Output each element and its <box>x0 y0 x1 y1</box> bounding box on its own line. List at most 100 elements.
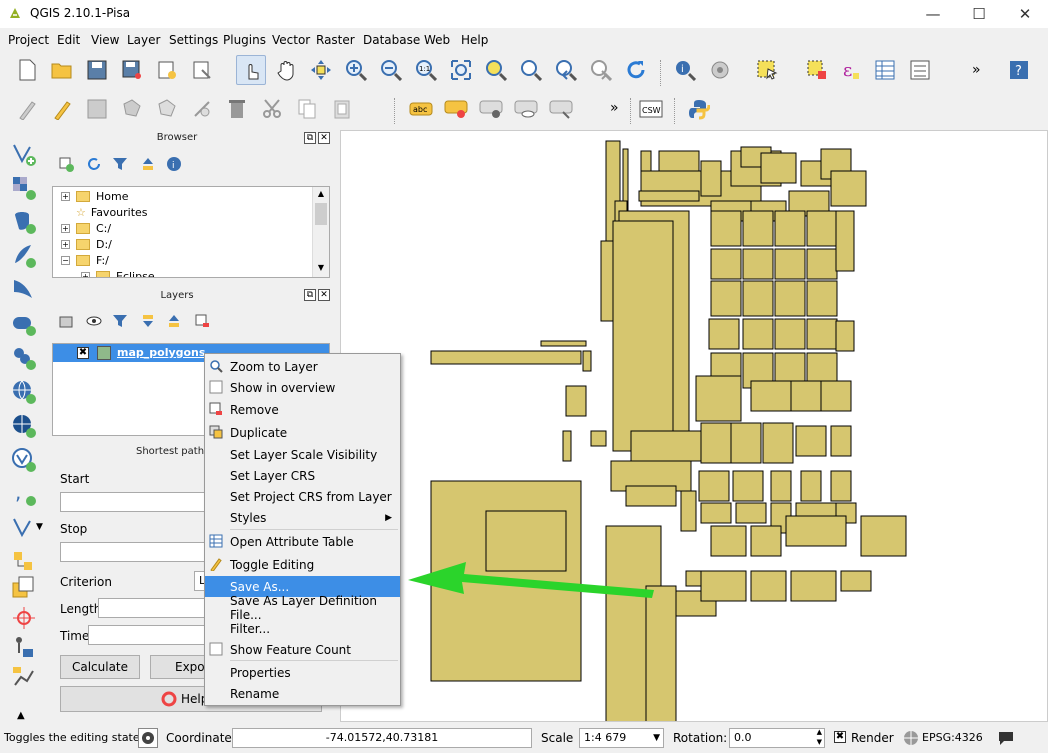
zoom-full-icon[interactable] <box>446 55 476 85</box>
stop-input[interactable] <box>60 542 220 562</box>
open-project-icon[interactable] <box>47 55 77 85</box>
layers-close-button[interactable]: ✕ <box>318 289 330 301</box>
browser-refresh-icon[interactable] <box>86 156 102 175</box>
render-checkbox[interactable]: ✖ <box>834 731 846 743</box>
remove-layer-icon[interactable] <box>194 313 210 332</box>
show-hide-labels-icon[interactable] <box>511 94 541 124</box>
new-vector-layer-icon[interactable] <box>10 514 38 542</box>
layer-name[interactable]: map_polygons <box>117 346 205 359</box>
deselect-all-icon[interactable] <box>802 55 832 85</box>
panel-overflow-icon[interactable]: ▲ <box>17 710 25 721</box>
collapse-all-icon[interactable] <box>166 313 182 332</box>
layers-float-button[interactable]: ⧉ <box>304 289 316 301</box>
messages-icon[interactable] <box>138 728 158 748</box>
tree-item-eclipse[interactable]: + Eclipse <box>81 270 155 277</box>
browser-properties-icon[interactable]: i <box>166 156 182 175</box>
menu-view[interactable]: View <box>91 33 119 47</box>
add-wfs-layer-icon[interactable] <box>10 446 38 474</box>
toolbar-overflow-icon[interactable]: » <box>972 62 981 78</box>
zoom-next-icon[interactable] <box>586 55 616 85</box>
field-calculator-icon[interactable] <box>905 55 935 85</box>
new-print-composer-icon[interactable] <box>152 55 182 85</box>
add-delimited-text-layer-icon[interactable]: , <box>10 480 38 508</box>
browser-scrollbar[interactable]: ▲ ▼ <box>312 187 329 277</box>
capture-coordinate-icon[interactable] <box>10 604 38 632</box>
new-project-icon[interactable] <box>12 55 42 85</box>
move-label-icon[interactable] <box>546 94 576 124</box>
menu-project[interactable]: Project <box>8 33 49 47</box>
expression-select-icon[interactable]: ε <box>835 55 865 85</box>
zoom-out-icon[interactable] <box>376 55 406 85</box>
add-wcs-layer-icon[interactable] <box>10 412 38 440</box>
save-as-icon[interactable] <box>117 55 147 85</box>
menu-set-layer-crs[interactable]: Set Layer CRS <box>205 465 400 486</box>
add-spatialite-layer-icon[interactable] <box>10 242 38 270</box>
menu-settings[interactable]: Settings <box>169 33 218 47</box>
browser-add-icon[interactable] <box>58 156 74 175</box>
scale-combo[interactable]: 1:4 679 ▼ <box>579 728 664 748</box>
copy-features-icon[interactable] <box>292 94 322 124</box>
add-mssql-layer-icon[interactable] <box>10 276 38 304</box>
zoom-in-icon[interactable] <box>341 55 371 85</box>
cut-features-icon[interactable] <box>257 94 287 124</box>
attribute-table-icon[interactable] <box>870 55 900 85</box>
pan-map-icon[interactable] <box>272 55 302 85</box>
save-project-icon[interactable] <box>82 55 112 85</box>
browser-close-button[interactable]: ✕ <box>318 132 330 144</box>
menu-duplicate[interactable]: Duplicate <box>205 422 400 443</box>
layer-style-icon[interactable] <box>58 313 74 332</box>
menu-plugins[interactable]: Plugins <box>223 33 266 47</box>
help-icon[interactable]: ? <box>1004 55 1034 85</box>
pan-to-selection-icon[interactable] <box>306 55 336 85</box>
menu-open-attribute-table[interactable]: Open Attribute Table <box>205 531 400 552</box>
message-log-icon[interactable] <box>997 730 1015 746</box>
maximize-button[interactable]: ☐ <box>956 0 1002 28</box>
move-feature-icon[interactable] <box>152 94 182 124</box>
menu-show-feature-count[interactable]: Show Feature Count <box>205 639 400 660</box>
tree-item-home[interactable]: + Home <box>61 190 128 203</box>
composer-manager-icon[interactable] <box>187 55 217 85</box>
python-console-icon[interactable] <box>684 94 714 124</box>
save-edits-icon[interactable] <box>82 94 112 124</box>
minimize-button[interactable]: — <box>910 0 956 28</box>
menu-toggle-editing[interactable]: Toggle Editing <box>205 554 400 575</box>
close-button[interactable]: ✕ <box>1002 0 1048 28</box>
delete-selected-icon[interactable] <box>222 94 252 124</box>
zoom-native-icon[interactable]: 1:1 <box>411 55 441 85</box>
calculate-button[interactable]: Calculate <box>60 655 140 679</box>
browser-float-button[interactable]: ⧉ <box>304 132 316 144</box>
menu-properties[interactable]: Properties <box>205 662 400 683</box>
virtual-layer-icon[interactable] <box>10 548 38 576</box>
spatial-query-icon[interactable] <box>10 664 38 692</box>
run-action-icon[interactable] <box>705 55 735 85</box>
menu-vector[interactable]: Vector <box>272 33 310 47</box>
add-vector-layer-icon[interactable] <box>10 140 38 168</box>
menu-rename[interactable]: Rename <box>205 683 400 704</box>
browser-filter-icon[interactable] <box>112 156 128 175</box>
menu-filter[interactable]: Filter... <box>205 618 400 639</box>
visibility-eye-icon[interactable] <box>86 313 106 332</box>
zoom-last-icon[interactable] <box>551 55 581 85</box>
tree-item-f[interactable]: − F:/ <box>61 254 109 267</box>
refresh-icon[interactable] <box>621 55 651 85</box>
add-oracle-layer-icon[interactable] <box>10 310 38 338</box>
add-raster-layer-icon[interactable] <box>10 174 38 202</box>
menu-remove[interactable]: Remove <box>205 399 400 420</box>
rotation-spinbox[interactable]: 0.0 ▲ ▼ <box>729 728 825 748</box>
touch-zoom-icon[interactable] <box>236 55 266 85</box>
zoom-to-layer-icon[interactable] <box>516 55 546 85</box>
menu-web[interactable]: Web <box>424 33 450 47</box>
browser-tree[interactable]: + Home ☆ Favourites + C:/ + D:/ − F:/ + Eclips… <box>52 186 330 278</box>
menu-database[interactable]: Database <box>363 33 420 47</box>
add-wms-layer-icon[interactable] <box>10 378 38 406</box>
menu-show-in-overview[interactable]: Show in overview <box>205 377 400 398</box>
menu-help[interactable]: Help <box>461 33 488 47</box>
toggle-editing-pencil-icon[interactable] <box>47 94 77 124</box>
layer-visibility-checkbox[interactable]: ✖ <box>77 347 89 359</box>
road-graph-icon[interactable] <box>10 634 38 662</box>
current-edits-icon[interactable] <box>12 94 42 124</box>
node-tool-icon[interactable] <box>187 94 217 124</box>
start-input[interactable] <box>60 492 220 512</box>
menu-layer[interactable]: Layer <box>127 33 160 47</box>
layers-filter-icon[interactable] <box>112 313 128 332</box>
